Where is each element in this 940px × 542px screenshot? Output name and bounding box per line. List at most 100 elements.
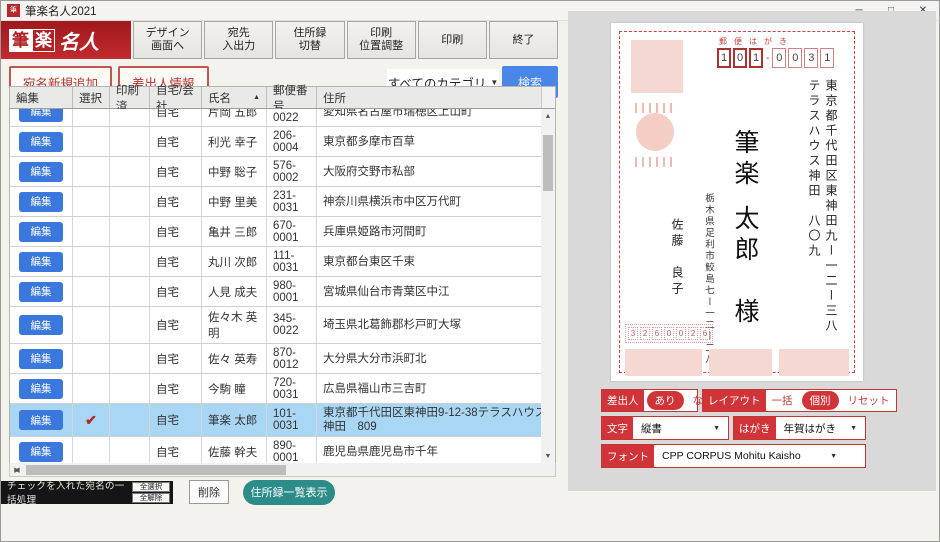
table-row[interactable]: 編集 自宅 人見 成夫 980-0001 宮城県仙台市青葉区中江 [10, 277, 555, 307]
edit-button[interactable]: 編集 [19, 282, 63, 302]
table-row[interactable]: 編集 自宅 丸川 次郎 111-0031 東京都台東区千束 [10, 247, 555, 277]
row-select-cell[interactable]: ✔ [73, 404, 110, 436]
header-zip[interactable]: 郵便番号 [267, 87, 317, 108]
scroll-up-icon[interactable]: ▲ [541, 109, 555, 123]
chevron-down-icon: ▼ [830, 453, 837, 460]
vertical-scrollbar[interactable]: ▲ ▼ [541, 109, 555, 463]
layout-batch-option[interactable]: 一括 [766, 393, 799, 408]
row-printed-cell [110, 247, 150, 276]
table-row[interactable]: 編集 自宅 今駒 瞳 720-0031 広島県福山市三吉町 [10, 374, 555, 404]
recipient-zip-boxes: 1 0 1 - 0 0 3 1 [717, 48, 834, 68]
row-type-cell: 自宅 [150, 277, 202, 306]
recipient-address: 東京都千代田区東神田九ー一二ー三八 テラスハウス神田 八〇九 [805, 79, 839, 379]
header-edit[interactable]: 編集 [10, 87, 73, 108]
table-row[interactable]: 編集 自宅 中野 聡子 576-0002 大阪府交野市私部 [10, 157, 555, 187]
horizontal-scroll-thumb[interactable] [26, 465, 286, 475]
sender-zip-boxes: 3 2 6 0 0 2 6 [625, 324, 713, 343]
row-select-cell[interactable] [73, 374, 110, 403]
edit-button[interactable]: 編集 [19, 192, 63, 212]
row-address-cell: 広島県福山市三吉町 [317, 374, 555, 403]
toolbar-print-position-button[interactable]: 印刷 位置調整 [347, 21, 416, 59]
row-select-cell[interactable] [73, 437, 110, 463]
delete-button[interactable]: 削除 [189, 480, 229, 504]
row-type-cell: 自宅 [150, 217, 202, 246]
app-logo: 筆 楽 名人 [1, 21, 131, 59]
layout-reset-option[interactable]: リセット [842, 393, 896, 408]
edit-button[interactable]: 編集 [19, 315, 63, 335]
row-zip-cell: 890-0001 [267, 437, 317, 463]
postmark-stripes-top [635, 103, 677, 113]
edit-button[interactable]: 編集 [19, 252, 63, 272]
toolbar-exit-button[interactable]: 終了 [489, 21, 558, 59]
header-printed[interactable]: 印刷済 [110, 87, 150, 108]
row-printed-cell [110, 437, 150, 463]
row-address-cell: 宮城県仙台市青葉区中江 [317, 277, 555, 306]
header-type[interactable]: 自宅/会社 [150, 87, 202, 108]
row-select-cell[interactable] [73, 217, 110, 246]
text-direction-select[interactable]: 文字 縦書 ▼ [601, 416, 729, 440]
edit-button[interactable]: 編集 [19, 410, 63, 430]
hagaki-type-select[interactable]: はがき 年賀はがき ▼ [733, 416, 866, 440]
edit-button[interactable]: 編集 [19, 109, 63, 122]
edit-button[interactable]: 編集 [19, 162, 63, 182]
edit-button[interactable]: 編集 [19, 132, 63, 152]
row-type-cell: 自宅 [150, 157, 202, 186]
scroll-down-icon[interactable]: ▼ [541, 449, 555, 463]
font-select[interactable]: フォント CPP CORPUS Mohitu Kaisho ▼ [601, 444, 866, 468]
table-row[interactable]: 編集 自宅 中野 里美 231-0031 神奈川県横浜市中区万代町 [10, 187, 555, 217]
sender-on-option[interactable]: あり [647, 391, 684, 410]
header-address[interactable]: 住所 [317, 87, 541, 108]
row-select-cell[interactable] [73, 109, 110, 126]
edit-button[interactable]: 編集 [19, 442, 63, 462]
row-name-cell: 亀井 三郎 [202, 217, 267, 246]
edit-button[interactable]: 編集 [19, 222, 63, 242]
vertical-scroll-thumb[interactable] [543, 135, 553, 191]
table-row[interactable]: 編集 自宅 佐々 英寿 870-0012 大分県大分市浜町北 [10, 344, 555, 374]
edit-button[interactable]: 編集 [19, 349, 63, 369]
edit-button[interactable]: 編集 [19, 379, 63, 399]
row-name-cell: 筆楽 太郎 [202, 404, 267, 436]
layout-individual-option[interactable]: 個別 [802, 391, 839, 410]
row-select-cell[interactable] [73, 277, 110, 306]
row-select-cell[interactable] [73, 247, 110, 276]
header-name[interactable]: 氏名 ▲ [202, 87, 267, 108]
header-select[interactable]: 選択 [73, 87, 110, 108]
clear-all-button[interactable]: 全解除 [132, 493, 170, 503]
toolbar-import-export-button[interactable]: 宛先 入出力 [204, 21, 273, 59]
table-row[interactable]: 編集 自宅 片岡 五郎 467-0022 愛知県名古屋市瑞穂区上山町 [10, 109, 555, 127]
sender-name: 佐藤 良子 [669, 218, 686, 328]
row-select-cell[interactable] [73, 157, 110, 186]
row-zip-cell: 576-0002 [267, 157, 317, 186]
addressbook-list-button[interactable]: 住所録一覧表示 [243, 480, 335, 505]
row-name-cell: 中野 里美 [202, 187, 267, 216]
preview-panel: 郵便はがき 1 0 1 - 0 0 3 1 東京都千代田区東神田九ー一二ー三八 … [568, 11, 936, 491]
row-select-cell[interactable] [73, 307, 110, 343]
row-zip-cell: 206-0004 [267, 127, 317, 156]
horizontal-scrollbar[interactable]: ◀ ▶ [9, 463, 556, 477]
table-row[interactable]: 編集 自宅 利光 幸子 206-0004 東京都多摩市百草 [10, 127, 555, 157]
row-printed-cell [110, 157, 150, 186]
app-icon: 筆 [7, 4, 20, 17]
table-row[interactable]: 編集 ✔ 自宅 筆楽 太郎 101-0031 東京都千代田区東神田9-12-38… [10, 404, 555, 437]
row-name-cell: 人見 成夫 [202, 277, 267, 306]
row-type-cell: 自宅 [150, 404, 202, 436]
batch-label: チェックを入れた宛名の一括処理 [7, 478, 132, 506]
table-row[interactable]: 編集 自宅 亀井 三郎 670-0001 兵庫県姫路市河間町 [10, 217, 555, 247]
scroll-right-icon[interactable]: ▶ [10, 463, 24, 477]
row-address-cell: 大分県大分市浜町北 [317, 344, 555, 373]
table-row[interactable]: 編集 自宅 佐々木 英明 345-0022 埼玉県北葛飾郡杉戸町大塚 [10, 307, 555, 344]
postmark-circle [636, 113, 674, 151]
toolbar-design-button[interactable]: デザイン 画面へ [133, 21, 202, 59]
chevron-down-icon: ▼ [850, 425, 857, 432]
postcard-preview[interactable]: 郵便はがき 1 0 1 - 0 0 3 1 東京都千代田区東神田九ー一二ー三八 … [611, 23, 863, 381]
toolbar-addressbook-switch-button[interactable]: 住所録 切替 [275, 21, 344, 59]
toolbar-print-button[interactable]: 印刷 [418, 21, 487, 59]
row-select-cell[interactable] [73, 344, 110, 373]
row-type-cell: 自宅 [150, 247, 202, 276]
select-all-button[interactable]: 全選択 [132, 482, 170, 492]
row-select-cell[interactable] [73, 187, 110, 216]
row-printed-cell [110, 277, 150, 306]
table-row[interactable]: 編集 自宅 佐藤 幹夫 890-0001 鹿児島県鹿児島市千年 [10, 437, 555, 463]
text-direction-label: 文字 [602, 417, 633, 439]
row-select-cell[interactable] [73, 127, 110, 156]
